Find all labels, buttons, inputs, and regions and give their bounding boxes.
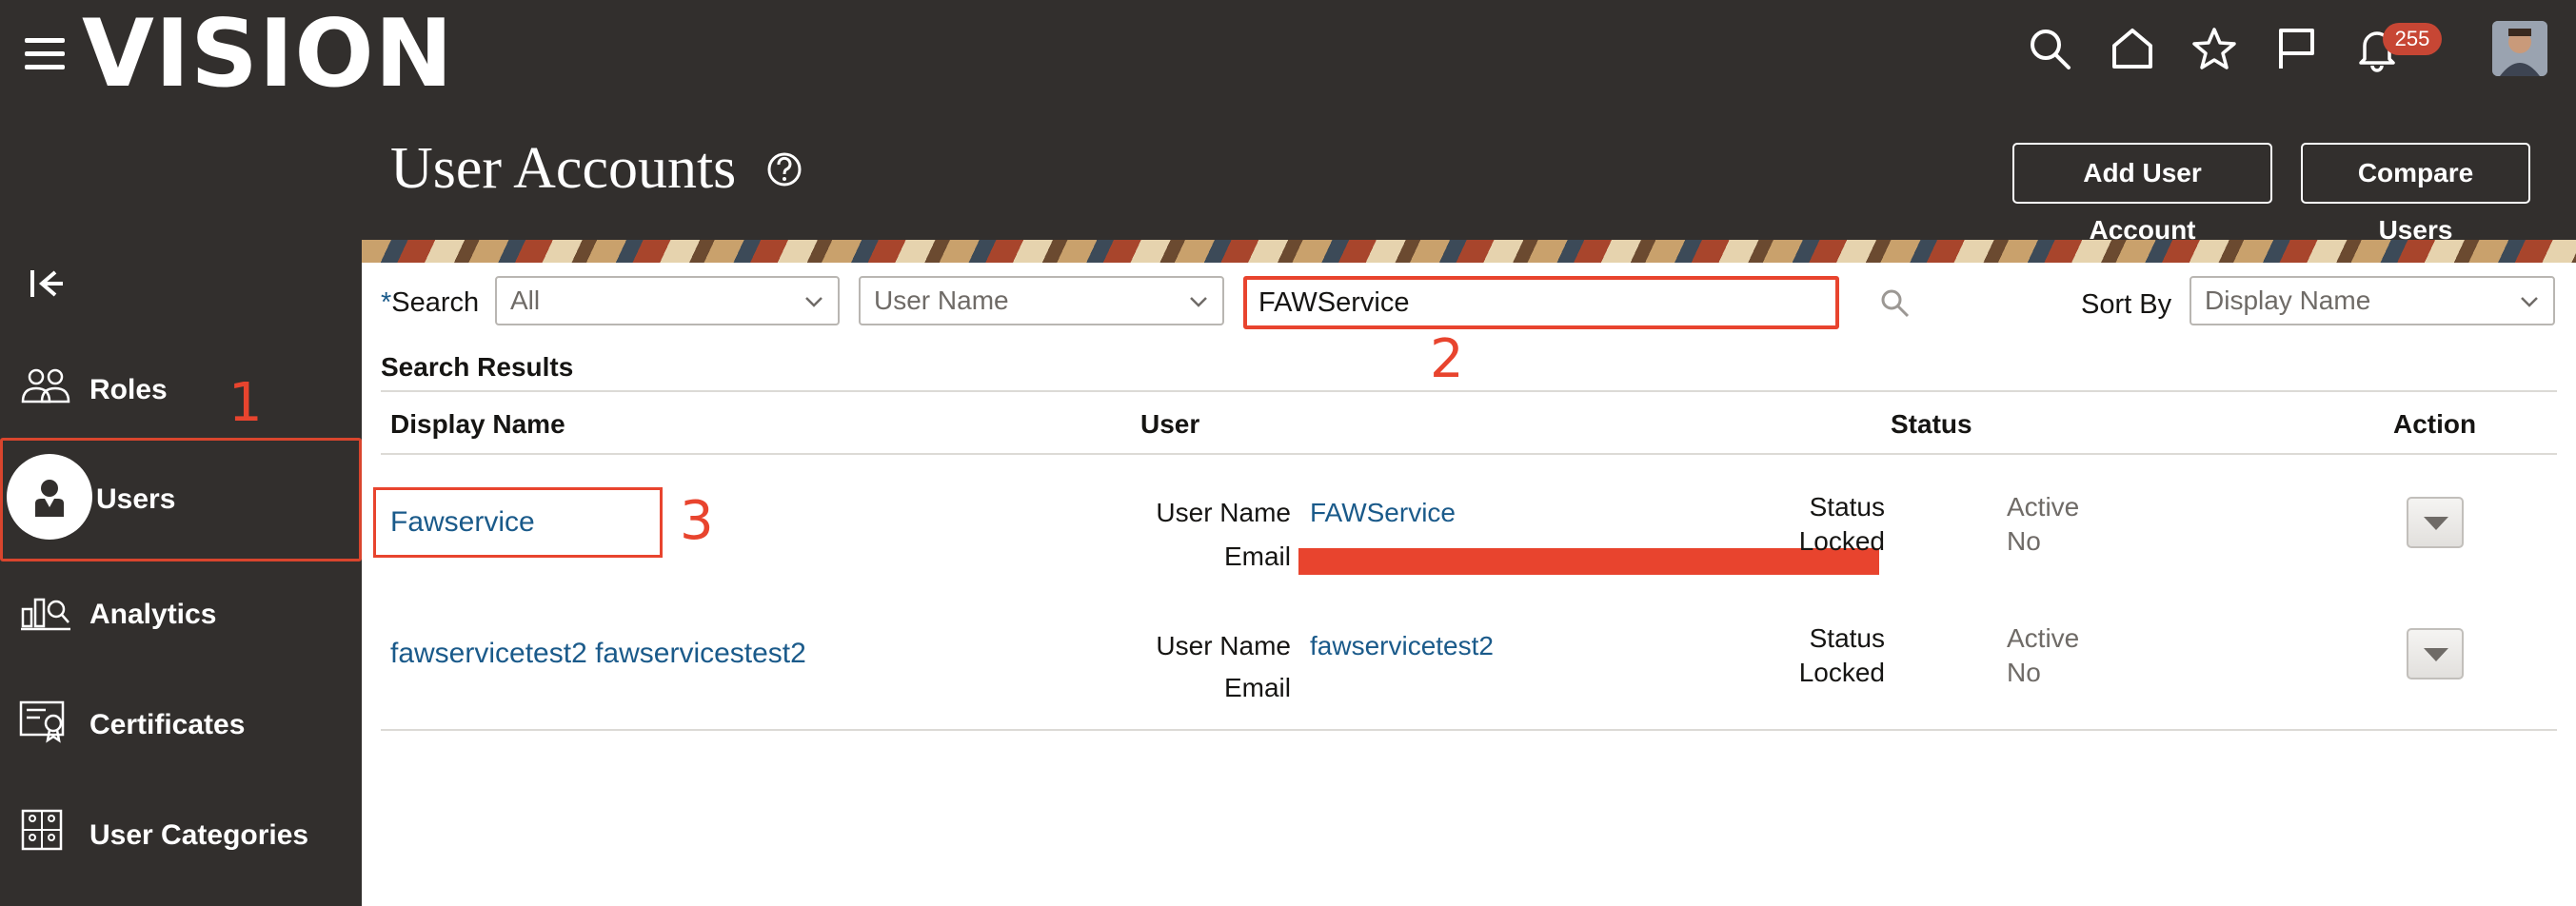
email-label: Email (1223, 542, 1291, 571)
column-header-action: Action (2393, 409, 2477, 439)
analytics-icon (17, 584, 74, 641)
status-label: Status (1809, 623, 1885, 653)
sort-by-select[interactable]: Display Name (2190, 276, 2555, 325)
status-value: Active (2007, 623, 2080, 653)
app-logo[interactable]: VISION (82, 2, 454, 107)
favorites-star-icon[interactable] (2190, 25, 2238, 72)
divider (381, 729, 2557, 731)
dropdown-arrow-icon (2424, 648, 2448, 661)
divider (381, 390, 2557, 392)
user-name-value: FAWService (1310, 498, 1456, 527)
user-name-label: User Name (1156, 498, 1291, 527)
notification-badge[interactable]: 255 (2383, 23, 2442, 55)
chevron-down-icon (2521, 297, 2538, 307)
user-icon (26, 473, 83, 530)
annotation-marker: 1 (228, 372, 263, 434)
sidebar-item-roles[interactable]: Roles (0, 343, 362, 438)
sidebar-item-analytics[interactable]: Analytics (0, 567, 362, 662)
row-action-button[interactable] (2407, 497, 2464, 548)
page-title: User Accounts (390, 136, 737, 201)
locked-label: Locked (1798, 658, 1885, 687)
flag-icon[interactable] (2272, 25, 2320, 72)
search-scope-select[interactable]: All (495, 276, 840, 325)
sidebar-item-label: User Categories (89, 819, 309, 851)
display-name-link[interactable]: Fawservice (390, 502, 535, 542)
collapse-sidebar-icon[interactable] (29, 265, 67, 303)
column-header-user: User (1140, 409, 1200, 439)
search-label: *Search (381, 287, 480, 318)
column-header-status: Status (1891, 409, 1972, 439)
user-categories-icon (17, 805, 74, 862)
search-field-select[interactable]: User Name (859, 276, 1224, 325)
sidebar-item-label: Analytics (89, 599, 217, 630)
chevron-down-icon (805, 297, 822, 307)
sidebar-item-user-categories[interactable]: User Categories (0, 788, 362, 883)
chevron-down-icon (1190, 297, 1207, 307)
display-name-link[interactable]: fawservicetest2 fawservicestest2 (390, 634, 806, 674)
search-icon[interactable] (2026, 25, 2073, 72)
compare-users-button[interactable]: Compare Users (2301, 143, 2530, 245)
sidebar-item-certificates[interactable]: Certificates (0, 678, 362, 773)
status-value: Active (2007, 492, 2080, 522)
user-name-value: fawservicetest2 (1310, 631, 1494, 660)
top-bar: VISION 255 (0, 0, 2576, 131)
certificate-icon (17, 695, 74, 752)
user-name-label: User Name (1156, 631, 1291, 660)
email-label: Email (1223, 673, 1291, 702)
main-panel: *Search All User Name 2 Sort By Display … (362, 263, 2576, 906)
annotation-marker: 3 (680, 490, 714, 552)
sidebar-item-label: Users (96, 483, 176, 515)
sidebar: Roles Users Analytics Certificates User … (0, 131, 362, 906)
search-go-icon[interactable] (1879, 287, 1912, 320)
annotation-marker: 2 (1430, 328, 1464, 390)
locked-value: No (2007, 526, 2041, 556)
sidebar-item-users[interactable]: Users (0, 438, 362, 561)
dropdown-arrow-icon (2424, 517, 2448, 530)
hamburger-menu-icon[interactable] (25, 38, 65, 70)
help-icon[interactable] (765, 150, 803, 188)
divider (381, 453, 2557, 455)
search-input[interactable] (1243, 276, 1839, 329)
home-icon[interactable] (2109, 25, 2156, 72)
search-results-title: Search Results (381, 352, 574, 382)
roles-icon (17, 360, 74, 417)
locked-value: No (2007, 658, 2041, 687)
row-action-button[interactable] (2407, 628, 2464, 680)
sidebar-item-label: Certificates (89, 709, 246, 740)
locked-label: Locked (1798, 526, 1885, 556)
status-label: Status (1809, 492, 1885, 522)
user-avatar[interactable] (2492, 21, 2547, 76)
sort-by-label: Sort By (2081, 289, 2172, 320)
column-header-display-name: Display Name (390, 409, 565, 439)
decorative-banner (362, 240, 2576, 263)
add-user-account-button[interactable]: Add User Account (2012, 143, 2272, 245)
sidebar-item-label: Roles (89, 374, 168, 405)
